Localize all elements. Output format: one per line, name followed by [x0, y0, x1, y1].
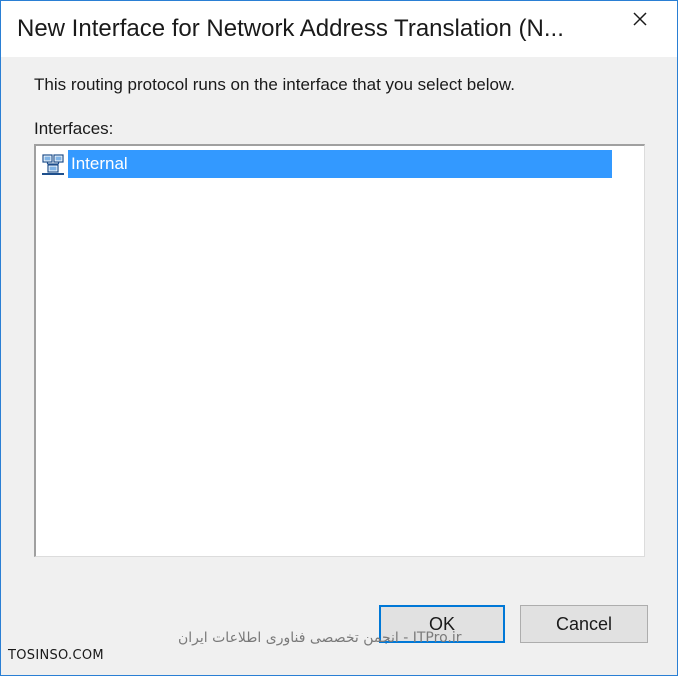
dialog-window: New Interface for Network Address Transl… [0, 0, 678, 676]
close-button[interactable] [617, 1, 663, 37]
network-interface-icon [40, 151, 66, 177]
title-bar[interactable]: New Interface for Network Address Transl… [1, 1, 677, 57]
interfaces-label: Interfaces: [34, 119, 114, 138]
close-icon [632, 11, 648, 27]
cancel-button[interactable]: Cancel [520, 605, 648, 643]
list-item[interactable]: Internal [40, 150, 612, 178]
dialog-body: This routing protocol runs on the interf… [9, 57, 669, 667]
interface-name: Internal [68, 150, 612, 178]
interfaces-listbox[interactable]: Internal [34, 144, 645, 557]
window-title: New Interface for Network Address Transl… [17, 15, 564, 42]
watermark-site: TOSINSO.COM [8, 648, 104, 663]
description-text: This routing protocol runs on the interf… [34, 75, 515, 94]
watermark-text: انجمن تخصصی فناوری اطلاعات ایران - ITPro… [178, 630, 462, 646]
